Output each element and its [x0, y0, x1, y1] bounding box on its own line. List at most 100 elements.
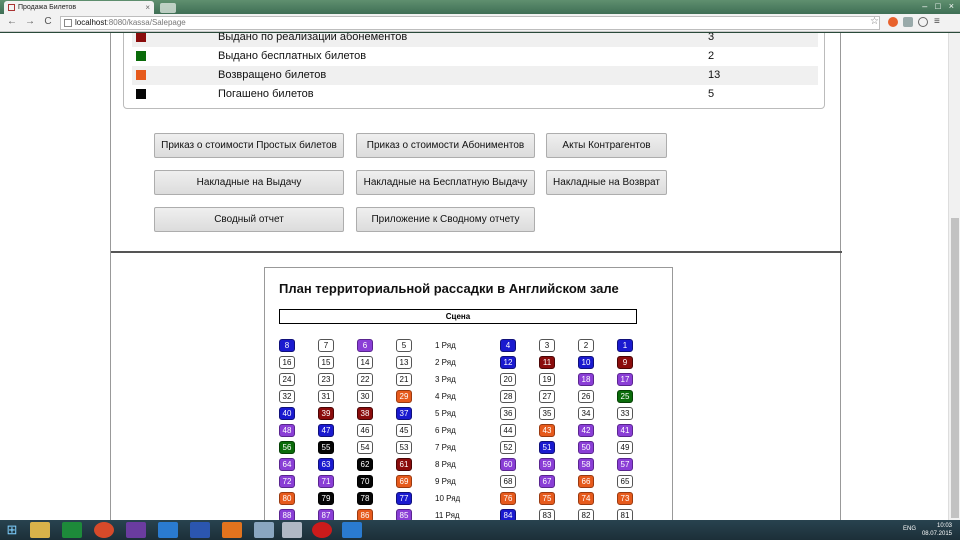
tab-close-icon[interactable]: ×: [145, 3, 150, 12]
document-icon[interactable]: [254, 522, 274, 538]
report-button[interactable]: Приказ о стоимости Простых билетов: [154, 133, 344, 158]
seat[interactable]: 45: [396, 424, 412, 437]
scrollbar-thumb[interactable]: [951, 218, 959, 518]
maximize-button[interactable]: □: [935, 1, 940, 11]
seat[interactable]: 37: [396, 407, 412, 420]
seat[interactable]: 84: [500, 509, 516, 520]
seat[interactable]: 60: [500, 458, 516, 471]
reload-button[interactable]: C: [42, 16, 54, 28]
seat[interactable]: 23: [318, 373, 334, 386]
minimize-button[interactable]: –: [922, 1, 927, 11]
seat[interactable]: 74: [578, 492, 594, 505]
page-scrollbar[interactable]: [948, 33, 960, 520]
seat[interactable]: 72: [279, 475, 295, 488]
bookmark-star-icon[interactable]: ☆: [870, 16, 879, 27]
seat[interactable]: 48: [279, 424, 295, 437]
seat[interactable]: 79: [318, 492, 334, 505]
seat[interactable]: 38: [357, 407, 373, 420]
ide-2-icon[interactable]: [342, 522, 362, 538]
seat[interactable]: 32: [279, 390, 295, 403]
report-button[interactable]: Приложение к Сводному отчету: [356, 207, 535, 232]
seat[interactable]: 67: [539, 475, 555, 488]
seat[interactable]: 30: [357, 390, 373, 403]
seat[interactable]: 6: [357, 339, 373, 352]
seat[interactable]: 20: [500, 373, 516, 386]
seat[interactable]: 86: [357, 509, 373, 520]
seat[interactable]: 47: [318, 424, 334, 437]
seat[interactable]: 75: [539, 492, 555, 505]
seat[interactable]: 77: [396, 492, 412, 505]
seat[interactable]: 28: [500, 390, 516, 403]
seat[interactable]: 40: [279, 407, 295, 420]
report-button[interactable]: Накладные на Бесплатную Выдачу: [356, 170, 535, 195]
seat[interactable]: 41: [617, 424, 633, 437]
new-tab-button[interactable]: [160, 3, 176, 13]
language-indicator[interactable]: ENG: [903, 526, 916, 532]
seat[interactable]: 11: [539, 356, 555, 369]
forward-button[interactable]: →: [24, 16, 36, 28]
printer-icon[interactable]: [282, 522, 302, 538]
seat[interactable]: 15: [318, 356, 334, 369]
seat[interactable]: 2: [578, 339, 594, 352]
seat[interactable]: 88: [279, 509, 295, 520]
extension-circle-icon[interactable]: [918, 17, 928, 27]
excel-icon[interactable]: [62, 522, 82, 538]
phpstorm-icon[interactable]: [126, 522, 146, 538]
browser-menu-icon[interactable]: ≡: [934, 16, 940, 27]
seat[interactable]: 50: [578, 441, 594, 454]
seat[interactable]: 64: [279, 458, 295, 471]
opera-icon[interactable]: [312, 522, 332, 538]
seat[interactable]: 46: [357, 424, 373, 437]
seat[interactable]: 16: [279, 356, 295, 369]
seat[interactable]: 18: [578, 373, 594, 386]
seat[interactable]: 8: [279, 339, 295, 352]
seat[interactable]: 36: [500, 407, 516, 420]
seat[interactable]: 9: [617, 356, 633, 369]
seat[interactable]: 27: [539, 390, 555, 403]
extension-orange-icon[interactable]: [888, 17, 898, 27]
window-close-button[interactable]: ×: [949, 1, 954, 11]
seat[interactable]: 43: [539, 424, 555, 437]
seat[interactable]: 25: [617, 390, 633, 403]
seat[interactable]: 63: [318, 458, 334, 471]
browser-tab[interactable]: Продажа Билетов ×: [4, 1, 154, 14]
seat[interactable]: 78: [357, 492, 373, 505]
seat[interactable]: 53: [396, 441, 412, 454]
seat[interactable]: 49: [617, 441, 633, 454]
seat[interactable]: 85: [396, 509, 412, 520]
page-info-icon[interactable]: [64, 19, 72, 27]
seat[interactable]: 31: [318, 390, 334, 403]
address-bar[interactable]: localhost:8080/kassa/Salepage: [60, 16, 880, 30]
seat[interactable]: 82: [578, 509, 594, 520]
seat[interactable]: 52: [500, 441, 516, 454]
seat[interactable]: 76: [500, 492, 516, 505]
seat[interactable]: 83: [539, 509, 555, 520]
seat[interactable]: 73: [617, 492, 633, 505]
seat[interactable]: 65: [617, 475, 633, 488]
explorer-icon[interactable]: [30, 522, 50, 538]
seat[interactable]: 80: [279, 492, 295, 505]
seat[interactable]: 17: [617, 373, 633, 386]
seat[interactable]: 70: [357, 475, 373, 488]
seat[interactable]: 7: [318, 339, 334, 352]
seat[interactable]: 13: [396, 356, 412, 369]
report-button[interactable]: Накладные на Возврат: [546, 170, 667, 195]
seat[interactable]: 54: [357, 441, 373, 454]
seat[interactable]: 58: [578, 458, 594, 471]
word-icon[interactable]: [190, 522, 210, 538]
report-button[interactable]: Накладные на Выдачу: [154, 170, 344, 195]
seat[interactable]: 39: [318, 407, 334, 420]
xampp-icon[interactable]: [222, 522, 242, 538]
seat[interactable]: 87: [318, 509, 334, 520]
seat[interactable]: 22: [357, 373, 373, 386]
seat[interactable]: 66: [578, 475, 594, 488]
seat[interactable]: 62: [357, 458, 373, 471]
seat[interactable]: 1: [617, 339, 633, 352]
report-button[interactable]: Приказ о стоимости Абониментов: [356, 133, 535, 158]
seat[interactable]: 71: [318, 475, 334, 488]
seat[interactable]: 51: [539, 441, 555, 454]
seat[interactable]: 61: [396, 458, 412, 471]
seat[interactable]: 68: [500, 475, 516, 488]
seat[interactable]: 19: [539, 373, 555, 386]
extension-grey-icon[interactable]: [903, 17, 913, 27]
